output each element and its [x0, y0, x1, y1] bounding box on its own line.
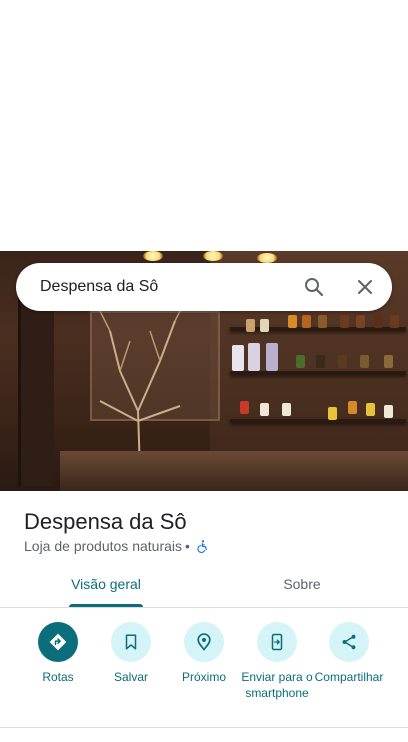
share-button[interactable]: Compartilhar — [311, 622, 387, 685]
share-label: Compartilhar — [314, 670, 384, 684]
bookmark-icon — [125, 634, 137, 650]
send-to-phone-icon — [271, 633, 283, 651]
place-title: Despensa da Sô — [24, 509, 187, 534]
tab-about[interactable]: Sobre — [252, 563, 352, 608]
directions-label: Rotas — [42, 670, 74, 684]
save-button[interactable]: Salvar — [93, 622, 169, 685]
place-category: Loja de produtos naturais — [24, 538, 182, 554]
send-to-phone-button[interactable]: Enviar para o smartphone — [239, 622, 315, 701]
directions-icon — [49, 633, 67, 651]
place-category-line: Loja de produtos naturais • — [24, 537, 210, 555]
tab-overview[interactable]: Visão geral — [56, 563, 156, 608]
tab-bar: Visão geral Sobre — [0, 563, 408, 608]
directions-button[interactable]: Rotas — [20, 622, 96, 685]
search-input[interactable]: Despensa da Sô — [40, 263, 158, 311]
nearby-label: Próximo — [181, 670, 226, 684]
wheelchair-accessible-icon — [197, 540, 207, 553]
close-icon[interactable] — [353, 275, 377, 299]
nearby-icon — [197, 633, 211, 651]
tab-selected-indicator — [69, 604, 143, 607]
separator-dot: • — [185, 538, 190, 554]
send-to-phone-label: Enviar para o smartphone — [241, 670, 313, 700]
action-bar: Rotas Salvar Próximo Enviar para o smart… — [0, 608, 408, 728]
search-icon[interactable] — [302, 275, 326, 299]
share-icon — [342, 634, 356, 650]
save-label: Salvar — [113, 670, 148, 684]
map-blank-area — [0, 0, 408, 251]
search-bar[interactable]: Despensa da Sô — [16, 263, 392, 311]
nearby-button[interactable]: Próximo — [166, 622, 242, 685]
